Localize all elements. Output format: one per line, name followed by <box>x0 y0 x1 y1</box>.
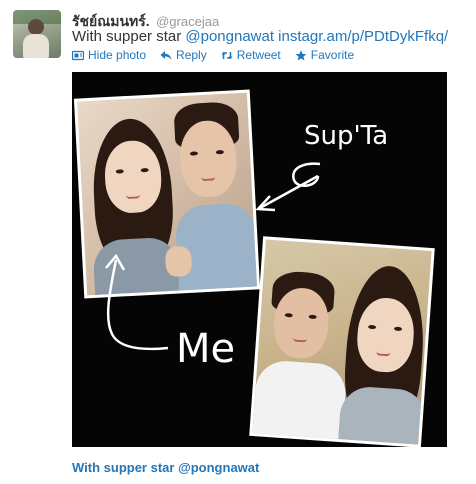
retweet-button[interactable]: Retweet <box>221 48 281 62</box>
annotation-top-curl <box>292 162 321 188</box>
retweet-label: Retweet <box>236 48 281 62</box>
man-shirt-2 <box>252 359 348 445</box>
display-name[interactable]: รัชย์ณมนทร์. <box>72 13 150 29</box>
favorite-label: Favorite <box>310 48 355 62</box>
photo-icon <box>72 50 84 60</box>
annotation-top-arrow-line <box>259 174 319 210</box>
tweet-text-body: With supper star <box>72 28 186 45</box>
retweet-icon <box>221 51 233 59</box>
hide-photo-button[interactable]: Hide photo <box>72 48 146 62</box>
selfie-photo-left-image <box>77 92 257 296</box>
tweet-text: With supper star @pongnawat instagr.am/p… <box>72 28 448 45</box>
selfie-photo-right-image <box>252 239 432 445</box>
user-handle[interactable]: @gracejaa <box>156 14 219 29</box>
reply-label: Reply <box>176 48 207 62</box>
tweet-photo[interactable]: Sup'Ta Me <box>72 72 447 447</box>
annotation-top: Sup'Ta <box>304 121 388 151</box>
reply-button[interactable]: Reply <box>160 48 207 62</box>
hide-photo-label: Hide photo <box>88 48 147 62</box>
mention-link[interactable]: @pongnawat <box>185 28 274 45</box>
user-avatar[interactable] <box>13 10 61 58</box>
tweet-card: รัชย์ณมนทร์. @gracejaa With supper star … <box>0 0 476 484</box>
url-link[interactable]: instagr.am/p/PDtDykFfkq/ <box>274 28 448 45</box>
selfie-photo-left <box>73 89 261 299</box>
favorite-button[interactable]: Favorite <box>295 48 354 62</box>
woman-eye-right-2 <box>393 326 403 332</box>
photo-caption[interactable]: With supper star @pongnawat <box>72 460 259 475</box>
star-icon <box>295 49 307 60</box>
annotation-top-arrowhead <box>255 195 276 212</box>
reply-icon <box>160 50 172 60</box>
thumbs-up-hand <box>164 245 193 278</box>
man-eye-left-2 <box>284 312 293 318</box>
selfie-photo-right <box>249 236 435 447</box>
avatar-body <box>23 34 49 58</box>
tweet-actions: Hide photo Reply Retweet Favorite <box>72 48 354 62</box>
woman-eye-left-2 <box>367 324 377 330</box>
man-eye-right-2 <box>308 314 317 320</box>
avatar-head <box>28 19 44 35</box>
annotation-bottom: Me <box>176 326 235 372</box>
